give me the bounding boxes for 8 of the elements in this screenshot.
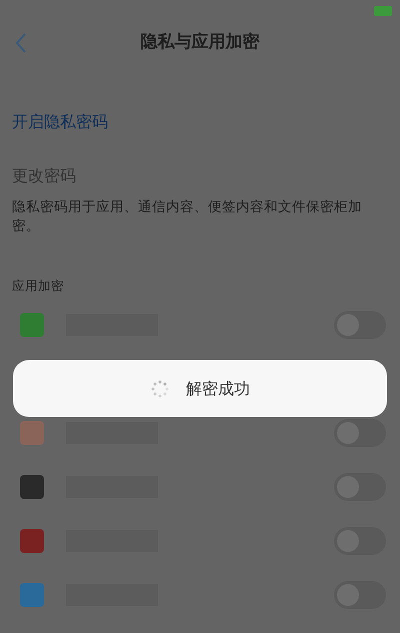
toast-message: 解密成功 — [186, 378, 250, 400]
enable-password-link[interactable]: 开启隐私密码 — [12, 110, 388, 134]
page-title: 隐私与应用加密 — [140, 31, 260, 54]
battery-icon — [374, 6, 392, 16]
back-icon[interactable] — [14, 32, 28, 54]
section-heading: 应用加密 — [12, 278, 65, 294]
spinner-icon — [150, 378, 170, 398]
description-text: 隐私密码用于应用、通信内容、便签内容和文件保密柜加密。 — [12, 198, 363, 236]
